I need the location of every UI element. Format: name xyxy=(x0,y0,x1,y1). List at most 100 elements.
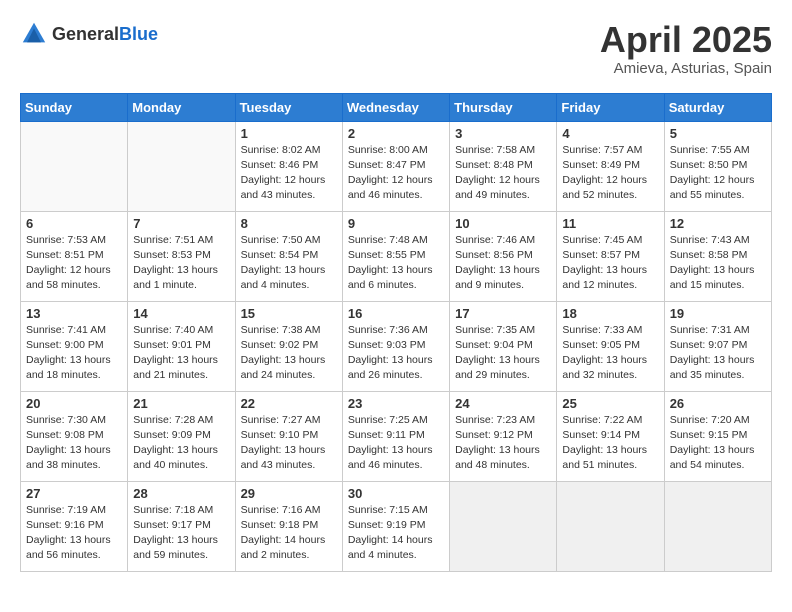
day-info: Sunrise: 7:36 AM Sunset: 9:03 PM Dayligh… xyxy=(348,323,444,384)
calendar-cell: 21Sunrise: 7:28 AM Sunset: 9:09 PM Dayli… xyxy=(128,391,235,481)
logo: GeneralBlue xyxy=(20,20,158,48)
day-info: Sunrise: 7:41 AM Sunset: 9:00 PM Dayligh… xyxy=(26,323,122,384)
logo-wordmark: GeneralBlue xyxy=(52,24,158,45)
day-info: Sunrise: 8:00 AM Sunset: 8:47 PM Dayligh… xyxy=(348,143,444,204)
day-info: Sunrise: 7:15 AM Sunset: 9:19 PM Dayligh… xyxy=(348,503,444,564)
calendar-cell: 18 Sunrise: 7:33 AM Sunset: 9:05 PM Dayli… xyxy=(557,301,664,391)
day-info: Sunrise: 7:25 AM Sunset: 9:11 PM Dayligh… xyxy=(348,413,444,474)
calendar-cell: 20 Sunrise: 7:30 AM Sunset: 9:08 PM Dayli… xyxy=(21,391,128,481)
calendar-cell: 27 Sunrise: 7:19 AM Sunset: 9:16 PM Dayli… xyxy=(21,481,128,571)
header-friday: Friday xyxy=(557,93,664,121)
day-number: 26 xyxy=(670,396,766,411)
calendar-week-1: 1 Sunrise: 8:02 AM Sunset: 8:46 PM Daylig… xyxy=(21,121,772,211)
day-number: 24 xyxy=(455,396,551,411)
page-header: GeneralBlue April 2025 Amieva, Asturias,… xyxy=(20,20,772,77)
day-number: 29 xyxy=(241,486,337,501)
day-info: Sunrise: 7:22 AM Sunset: 9:14 PM Dayligh… xyxy=(562,413,658,474)
calendar-cell xyxy=(21,121,128,211)
month-title: April 2025 xyxy=(600,20,772,60)
title-block: April 2025 Amieva, Asturias, Spain xyxy=(600,20,772,77)
calendar-cell xyxy=(450,481,557,571)
calendar-cell: 22 Sunrise: 7:27 AM Sunset: 9:10 PM Dayli… xyxy=(235,391,342,481)
day-info: Sunrise: 7:51 AM Sunset: 8:53 PM Dayligh… xyxy=(133,233,229,294)
day-info: Sunrise: 7:20 AM Sunset: 9:15 PM Dayligh… xyxy=(670,413,766,474)
day-number: 17 xyxy=(455,306,551,321)
day-number: 8 xyxy=(241,216,337,231)
calendar-cell: 24 Sunrise: 7:23 AM Sunset: 9:12 PM Dayli… xyxy=(450,391,557,481)
day-info: Sunrise: 7:57 AM Sunset: 8:49 PM Dayligh… xyxy=(562,143,658,204)
day-number: 16 xyxy=(348,306,444,321)
day-number: 25 xyxy=(562,396,658,411)
day-info: Sunrise: 7:27 AM Sunset: 9:10 PM Dayligh… xyxy=(241,413,337,474)
day-info: Sunrise: 7:28 AM Sunset: 9:09 PM Dayligh… xyxy=(133,413,229,474)
calendar-cell: 16 Sunrise: 7:36 AM Sunset: 9:03 PM Dayli… xyxy=(342,301,449,391)
header-thursday: Thursday xyxy=(450,93,557,121)
calendar-cell: 28 Sunrise: 7:18 AM Sunset: 9:17 PM Dayli… xyxy=(128,481,235,571)
calendar-cell: 15Sunrise: 7:38 AM Sunset: 9:02 PM Dayli… xyxy=(235,301,342,391)
day-number: 28 xyxy=(133,486,229,501)
day-number: 6 xyxy=(26,216,122,231)
calendar-cell: 4 Sunrise: 7:57 AM Sunset: 8:49 PM Daylig… xyxy=(557,121,664,211)
day-info: Sunrise: 7:19 AM Sunset: 9:16 PM Dayligh… xyxy=(26,503,122,564)
calendar-cell: 17 Sunrise: 7:35 AM Sunset: 9:04 PM Dayli… xyxy=(450,301,557,391)
day-info: Sunrise: 7:18 AM Sunset: 9:17 PM Dayligh… xyxy=(133,503,229,564)
day-number: 7 xyxy=(133,216,229,231)
calendar-cell: 11 Sunrise: 7:45 AM Sunset: 8:57 PM Dayli… xyxy=(557,211,664,301)
day-info: Sunrise: 7:40 AM Sunset: 9:01 PM Dayligh… xyxy=(133,323,229,384)
day-number: 23 xyxy=(348,396,444,411)
calendar-cell: 30 Sunrise: 7:15 AM Sunset: 9:19 PM Dayli… xyxy=(342,481,449,571)
header-wednesday: Wednesday xyxy=(342,93,449,121)
day-info: Sunrise: 7:58 AM Sunset: 8:48 PM Dayligh… xyxy=(455,143,551,204)
day-info: Sunrise: 7:33 AM Sunset: 9:05 PM Dayligh… xyxy=(562,323,658,384)
day-info: Sunrise: 7:43 AM Sunset: 8:58 PM Dayligh… xyxy=(670,233,766,294)
generalblue-logo-icon xyxy=(20,20,48,48)
calendar-cell: 7 Sunrise: 7:51 AM Sunset: 8:53 PM Daylig… xyxy=(128,211,235,301)
day-number: 30 xyxy=(348,486,444,501)
day-info: Sunrise: 7:45 AM Sunset: 8:57 PM Dayligh… xyxy=(562,233,658,294)
calendar-cell: 3Sunrise: 7:58 AM Sunset: 8:48 PM Daylig… xyxy=(450,121,557,211)
calendar-week-5: 27 Sunrise: 7:19 AM Sunset: 9:16 PM Dayli… xyxy=(21,481,772,571)
header-monday: Monday xyxy=(128,93,235,121)
day-number: 11 xyxy=(562,216,658,231)
day-number: 9 xyxy=(348,216,444,231)
day-number: 14 xyxy=(133,306,229,321)
calendar-cell: 9 Sunrise: 7:48 AM Sunset: 8:55 PM Daylig… xyxy=(342,211,449,301)
day-info: Sunrise: 7:50 AM Sunset: 8:54 PM Dayligh… xyxy=(241,233,337,294)
day-info: Sunrise: 7:35 AM Sunset: 9:04 PM Dayligh… xyxy=(455,323,551,384)
day-info: Sunrise: 7:16 AM Sunset: 9:18 PM Dayligh… xyxy=(241,503,337,564)
calendar-cell xyxy=(664,481,771,571)
calendar-cell: 12 Sunrise: 7:43 AM Sunset: 8:58 PM Dayli… xyxy=(664,211,771,301)
calendar-cell: 14 Sunrise: 7:40 AM Sunset: 9:01 PM Dayli… xyxy=(128,301,235,391)
location-title: Amieva, Asturias, Spain xyxy=(600,60,772,77)
calendar-table: SundayMondayTuesdayWednesdayThursdayFrid… xyxy=(20,93,772,572)
calendar-cell: 5Sunrise: 7:55 AM Sunset: 8:50 PM Daylig… xyxy=(664,121,771,211)
day-info: Sunrise: 8:02 AM Sunset: 8:46 PM Dayligh… xyxy=(241,143,337,204)
calendar-week-3: 13Sunrise: 7:41 AM Sunset: 9:00 PM Dayli… xyxy=(21,301,772,391)
calendar-cell xyxy=(128,121,235,211)
calendar-cell: 8 Sunrise: 7:50 AM Sunset: 8:54 PM Daylig… xyxy=(235,211,342,301)
day-number: 20 xyxy=(26,396,122,411)
day-number: 27 xyxy=(26,486,122,501)
calendar-cell: 6 Sunrise: 7:53 AM Sunset: 8:51 PM Daylig… xyxy=(21,211,128,301)
day-number: 12 xyxy=(670,216,766,231)
header-sunday: Sunday xyxy=(21,93,128,121)
day-info: Sunrise: 7:38 AM Sunset: 9:02 PM Dayligh… xyxy=(241,323,337,384)
day-info: Sunrise: 7:55 AM Sunset: 8:50 PM Dayligh… xyxy=(670,143,766,204)
day-number: 1 xyxy=(241,126,337,141)
day-number: 10 xyxy=(455,216,551,231)
logo-blue: Blue xyxy=(119,24,158,44)
calendar-cell: 23 Sunrise: 7:25 AM Sunset: 9:11 PM Dayli… xyxy=(342,391,449,481)
day-info: Sunrise: 7:53 AM Sunset: 8:51 PM Dayligh… xyxy=(26,233,122,294)
calendar-cell: 26 Sunrise: 7:20 AM Sunset: 9:15 PM Dayli… xyxy=(664,391,771,481)
day-info: Sunrise: 7:48 AM Sunset: 8:55 PM Dayligh… xyxy=(348,233,444,294)
calendar-cell: 2Sunrise: 8:00 AM Sunset: 8:47 PM Daylig… xyxy=(342,121,449,211)
calendar-header-row: SundayMondayTuesdayWednesdayThursdayFrid… xyxy=(21,93,772,121)
day-number: 18 xyxy=(562,306,658,321)
day-info: Sunrise: 7:23 AM Sunset: 9:12 PM Dayligh… xyxy=(455,413,551,474)
calendar-cell: 1 Sunrise: 8:02 AM Sunset: 8:46 PM Daylig… xyxy=(235,121,342,211)
day-number: 22 xyxy=(241,396,337,411)
day-number: 4 xyxy=(562,126,658,141)
day-info: Sunrise: 7:30 AM Sunset: 9:08 PM Dayligh… xyxy=(26,413,122,474)
logo-general: General xyxy=(52,24,119,44)
calendar-cell: 13Sunrise: 7:41 AM Sunset: 9:00 PM Dayli… xyxy=(21,301,128,391)
